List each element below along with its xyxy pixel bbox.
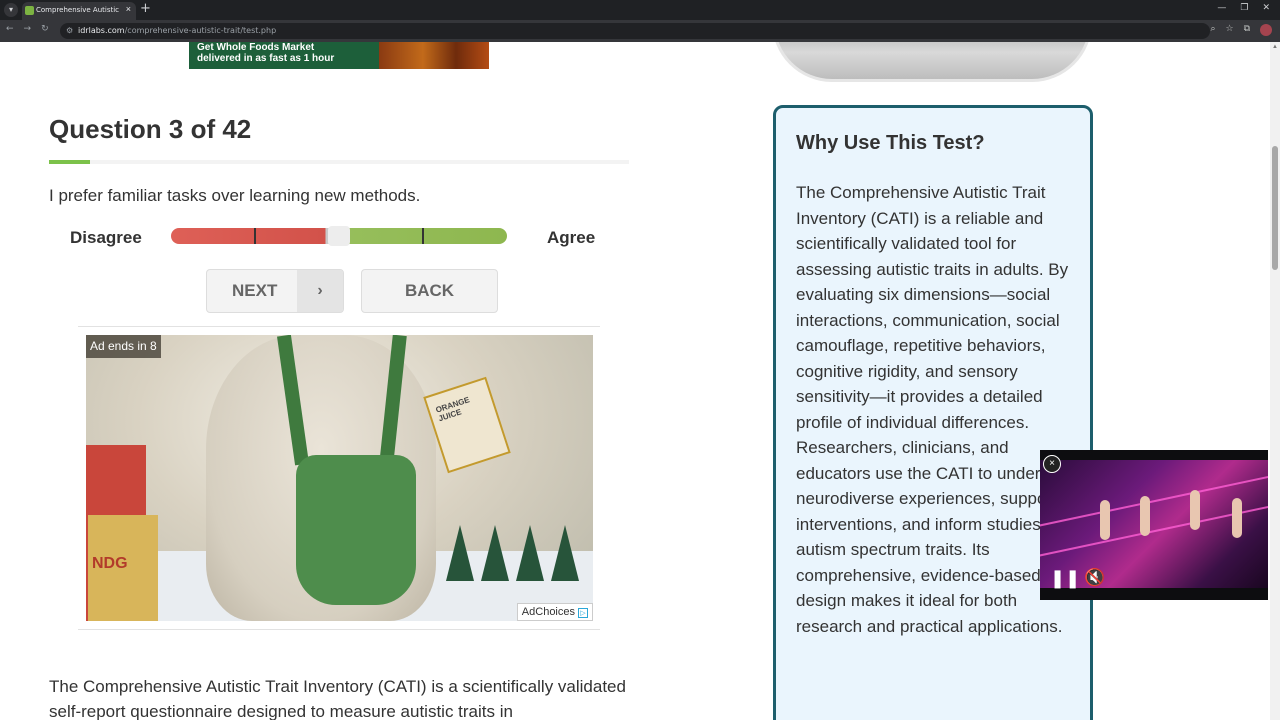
new-tab-icon[interactable]: +: [140, 1, 151, 16]
dancer-figure: [1100, 500, 1110, 540]
page-scrollbar[interactable]: ▲: [1270, 42, 1280, 720]
forward-arrow-icon[interactable]: →: [24, 24, 32, 34]
tab-search-icon[interactable]: ▾: [4, 3, 18, 17]
video-ad-sign-text: NDG: [92, 555, 128, 572]
mute-icon[interactable]: 🔇: [1084, 568, 1105, 588]
tab-title: Comprehensive Autistic Trait In: [36, 6, 120, 14]
scrollbar-thumb[interactable]: [1272, 146, 1278, 270]
back-button[interactable]: BACK: [361, 269, 498, 313]
ad-countdown: Ad ends in 8: [86, 335, 161, 358]
url-bar[interactable]: ⚙ idrlabs.com/comprehensive-autistic-tra…: [60, 23, 1210, 39]
window-controls: — ❐ ✕: [1217, 3, 1270, 13]
close-window-icon[interactable]: ✕: [1262, 3, 1270, 13]
divider: [78, 326, 600, 327]
video-ad[interactable]: NDG ORANGE JUICE Ad ends in 8 AdChoices ▷: [86, 335, 593, 621]
sidebar-illustration: [772, 42, 1092, 82]
banner-ad-line1: Get Whole Foods Market: [197, 42, 315, 53]
juice-carton-label: ORANGE JUICE: [434, 395, 471, 424]
agreement-slider[interactable]: [171, 226, 507, 246]
bookmark-star-icon[interactable]: ☆: [1225, 24, 1233, 36]
minimize-icon[interactable]: —: [1217, 3, 1226, 13]
tree-shape: [551, 525, 579, 581]
adchoices-icon: ▷: [578, 608, 588, 618]
video-ad-shorts: [296, 455, 416, 605]
chevron-right-icon: ›: [297, 270, 343, 312]
close-icon[interactable]: ×: [1043, 455, 1061, 473]
disagree-label: Disagree: [70, 228, 142, 247]
adchoices-link[interactable]: AdChoices ▷: [516, 603, 593, 621]
tree-shape: [446, 525, 474, 581]
url-path: /comprehensive-autistic-trait/test.php: [124, 26, 277, 35]
progress-bar: [49, 160, 629, 164]
next-button-label: NEXT: [232, 281, 278, 300]
tree-shape: [481, 525, 509, 581]
video-ad-sign-board: NDG: [88, 515, 158, 621]
reload-icon[interactable]: ↻: [41, 24, 49, 34]
back-arrow-icon[interactable]: ←: [6, 24, 14, 34]
dancer-figure: [1140, 496, 1150, 536]
tree-shape: [516, 525, 544, 581]
slider-tick: [422, 228, 424, 244]
url-text: idrlabs.com/comprehensive-autistic-trait…: [78, 26, 276, 35]
why-use-heading: Why Use This Test?: [796, 132, 985, 154]
browser-tab[interactable]: Comprehensive Autistic Trait In ×: [22, 2, 136, 20]
question-text: I prefer familiar tasks over learning ne…: [49, 186, 421, 205]
why-use-card: Why Use This Test? The Comprehensive Aut…: [773, 105, 1093, 720]
divider: [78, 629, 600, 630]
restore-icon[interactable]: ❐: [1240, 3, 1248, 13]
agree-label: Agree: [547, 228, 596, 247]
zoom-icon[interactable]: ⌕: [1210, 24, 1215, 36]
extensions-icon[interactable]: ⧉: [1244, 24, 1250, 36]
tab-close-icon[interactable]: ×: [126, 4, 131, 14]
progress-fill: [49, 160, 91, 164]
slider-tick: [254, 228, 256, 244]
profile-avatar[interactable]: [1260, 24, 1272, 36]
address-toolbar: ← → ↻ ⚙ idrlabs.com/comprehensive-autist…: [0, 20, 1280, 42]
dancer-figure: [1232, 498, 1242, 538]
question-heading: Question 3 of 42: [49, 114, 252, 144]
slider-handle[interactable]: [328, 226, 350, 246]
banner-ad-line2: delivered in as fast as 1 hour: [197, 53, 335, 64]
site-info-icon[interactable]: ⚙: [66, 26, 73, 35]
page-content: Get Whole Foods Market delivered in as f…: [0, 42, 1270, 720]
test-description: The Comprehensive Autistic Trait Invento…: [49, 677, 626, 720]
browser-tab-bar: ▾ Comprehensive Autistic Trait In × + — …: [0, 0, 1280, 20]
banner-ad[interactable]: Get Whole Foods Market delivered in as f…: [189, 42, 489, 69]
url-host: idrlabs.com: [78, 26, 125, 35]
toolbar-icons: ⌕ ☆ ⧉: [1210, 24, 1272, 36]
banner-ad-text: Get Whole Foods Market delivered in as f…: [197, 42, 334, 64]
adchoices-label: AdChoices: [521, 606, 575, 618]
floating-video-player[interactable]: × ❚❚ 🔇: [1040, 450, 1268, 600]
pause-icon[interactable]: ❚❚: [1050, 568, 1080, 589]
nav-buttons: ← → ↻: [6, 24, 49, 34]
scroll-up-icon[interactable]: ▲: [1272, 44, 1278, 50]
dancer-figure: [1190, 490, 1200, 530]
banner-ad-image: [379, 42, 489, 69]
next-button[interactable]: NEXT ›: [206, 269, 344, 313]
favicon-icon: [25, 6, 34, 15]
